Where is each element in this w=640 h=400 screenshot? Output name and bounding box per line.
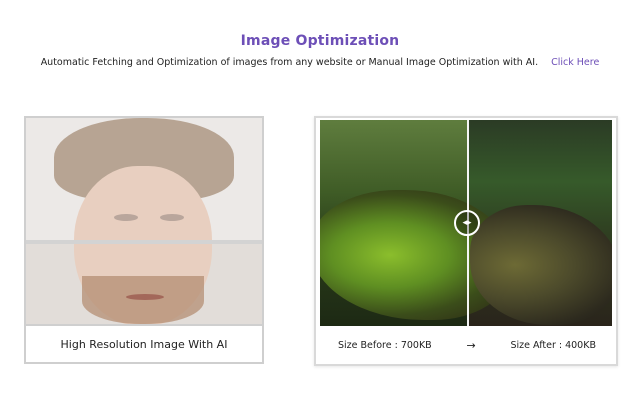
- size-before: Size Before : 700KB: [338, 339, 432, 351]
- size-stats: Size Before : 700KB → Size After : 400KB: [316, 326, 616, 364]
- size-after: Size After : 400KB: [510, 339, 596, 351]
- portrait-beard: [82, 276, 204, 324]
- page-title: Image Optimization: [240, 33, 400, 49]
- portrait-left-eye: [114, 214, 138, 221]
- portrait-image: [26, 118, 262, 324]
- arrow-right-icon: →: [466, 338, 476, 352]
- slider-handle-icon[interactable]: ◂▸: [454, 210, 480, 236]
- subtitle-text: Automatic Fetching and Optimization of i…: [40, 57, 539, 68]
- comparison-divider[interactable]: [26, 240, 262, 244]
- portrait-right-eye: [160, 214, 184, 221]
- page-subtitle: Automatic Fetching and Optimization of i…: [0, 57, 640, 68]
- forest-comparison-image: ◂▸: [320, 120, 612, 326]
- click-here-link[interactable]: Click Here: [551, 57, 599, 68]
- card-caption: High Resolution Image With AI: [26, 324, 262, 362]
- compression-card: ◂▸ Size Before : 700KB → Size After : 40…: [314, 116, 618, 366]
- portrait-mouth: [126, 294, 164, 300]
- ai-resolution-card: High Resolution Image With AI: [24, 116, 264, 364]
